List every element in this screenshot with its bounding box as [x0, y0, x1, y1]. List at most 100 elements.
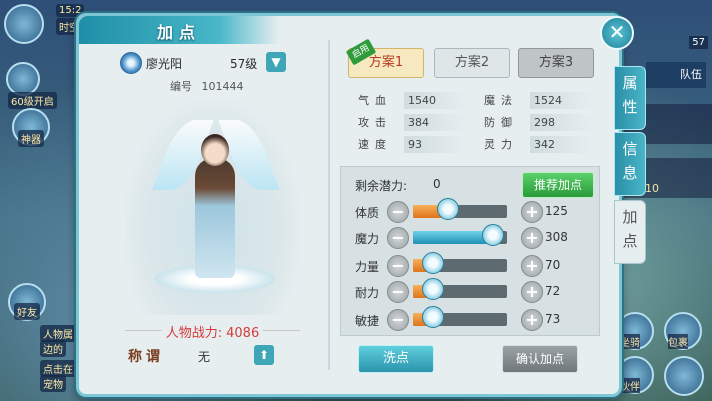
back-arrow-button[interactable]	[6, 62, 40, 96]
slider-knob[interactable]	[436, 198, 459, 220]
stat-value: 384	[404, 114, 468, 131]
stat-value: 1524	[530, 92, 594, 109]
recommend-points-button[interactable]: 推荐加点	[522, 172, 594, 198]
attr-value: 308	[545, 230, 568, 244]
minimap-button[interactable]	[4, 4, 44, 44]
attr-row-endurance: 耐力 − + 72	[341, 278, 599, 303]
side-tab-add-points[interactable]: 加点	[614, 200, 646, 264]
close-button[interactable]: ✕	[600, 16, 634, 50]
slider-fill	[413, 231, 492, 244]
title-row: 称谓 无 ⬆	[116, 344, 304, 368]
stat-mp: 魔法 1524	[484, 92, 594, 109]
team-label: 队伍	[680, 68, 702, 81]
close-icon: ✕	[608, 20, 626, 44]
attr-name: 体质	[355, 206, 380, 220]
constitution-slider[interactable]	[413, 205, 507, 218]
stat-value: 342	[530, 136, 594, 153]
arrow-up-icon: ⬆	[258, 348, 270, 362]
panel-divider	[328, 40, 330, 370]
side-tab-label: 加点	[622, 208, 638, 250]
stat-hp: 气血 1540	[358, 92, 468, 109]
decrease-strength-button[interactable]: −	[387, 255, 409, 277]
stat-label: 魔法	[484, 94, 518, 107]
stat-label: 速度	[358, 138, 392, 151]
attr-name: 魔力	[355, 232, 380, 246]
side-tab-attributes[interactable]: 属性	[614, 66, 646, 130]
combat-power-value: 4086	[226, 326, 264, 341]
character-portrait	[125, 100, 300, 315]
artifact-label: 神器	[18, 130, 44, 147]
character-name-row: 廖光阳 57级 ▼	[118, 52, 288, 74]
side-tab-label: 属性	[622, 74, 638, 116]
attr-value: 125	[545, 204, 568, 218]
attr-row-agility: 敏捷 − + 73	[341, 306, 599, 331]
stat-speed: 速度 93	[358, 136, 468, 153]
stat-value: 1540	[404, 92, 468, 109]
attr-value: 72	[545, 284, 561, 298]
potential-box: 剩余潜力: 0 推荐加点 体质 − + 125 魔力 − + 308 力量 − …	[340, 166, 600, 336]
team-button[interactable]: 队伍	[646, 62, 706, 88]
character-figure-body	[195, 158, 235, 278]
side-tab-label: 信息	[622, 140, 638, 182]
increase-endurance-button[interactable]: +	[521, 281, 543, 303]
attr-name: 力量	[355, 260, 380, 274]
slider-knob[interactable]	[481, 224, 504, 246]
title-value: 无	[198, 350, 211, 364]
bag-label: 包裹	[668, 334, 688, 349]
combat-power-row: 人物战力: 4086	[120, 322, 305, 341]
stat-attack: 攻击 384	[358, 114, 468, 131]
title-label: 称谓	[128, 349, 164, 365]
decrease-magic-button[interactable]: −	[387, 227, 409, 249]
slider-knob[interactable]	[421, 306, 444, 328]
partner-label: 伙伴	[620, 378, 640, 393]
id-value: 101444	[201, 80, 244, 93]
character-dropdown-button[interactable]: ▼	[266, 52, 286, 72]
increase-strength-button[interactable]: +	[521, 255, 543, 277]
attr-name: 敏捷	[355, 314, 380, 328]
panel-title: 加点	[157, 23, 202, 42]
chevron-down-icon: ▼	[271, 55, 281, 69]
stat-value: 93	[404, 136, 468, 153]
character-id-row: 编号 101444	[170, 78, 244, 94]
confirm-points-button[interactable]: 确认加点	[502, 345, 578, 373]
attr-row-magic: 魔力 − + 308	[341, 224, 599, 249]
character-figure-head	[201, 134, 229, 166]
attr-name: 耐力	[355, 286, 380, 300]
stat-spirit: 灵力 342	[484, 136, 594, 153]
decrease-constitution-button[interactable]: −	[387, 201, 409, 223]
decrease-agility-button[interactable]: −	[387, 309, 409, 331]
friends-label: 好友	[14, 303, 40, 320]
tab-plan-3[interactable]: 方案3	[518, 48, 594, 78]
change-title-button[interactable]: ⬆	[254, 345, 274, 365]
character-level: 57级	[230, 57, 258, 71]
slider-knob[interactable]	[421, 252, 444, 274]
decrease-endurance-button[interactable]: −	[387, 281, 409, 303]
reset-points-button[interactable]: 洗点	[358, 345, 434, 373]
combat-power-label: 人物战力:	[161, 326, 227, 341]
increase-magic-button[interactable]: +	[521, 227, 543, 249]
slider-knob[interactable]	[421, 278, 444, 300]
stat-label: 攻击	[358, 116, 392, 129]
increase-constitution-button[interactable]: +	[521, 201, 543, 223]
attr-value: 70	[545, 258, 561, 272]
remaining-potential-label: 剩余潜力:	[355, 179, 408, 193]
increase-agility-button[interactable]: +	[521, 309, 543, 331]
attr-row-constitution: 体质 − + 125	[341, 198, 599, 223]
side-tab-info[interactable]: 信息	[614, 132, 646, 196]
stat-label: 灵力	[484, 138, 518, 151]
stats-grid: 气血 1540 魔法 1524 攻击 384 防御 298 速度 93 灵力 342	[344, 86, 596, 156]
id-label: 编号	[170, 80, 192, 93]
level-open-label: 60级开启	[8, 92, 57, 109]
stat-value: 298	[530, 114, 594, 131]
refresh-button[interactable]	[664, 356, 704, 396]
remaining-potential-value: 0	[433, 177, 441, 191]
mount-label: 坐骑	[620, 334, 640, 349]
character-name: 廖光阳	[146, 57, 183, 71]
player-level-badge: 57	[689, 36, 708, 49]
attr-value: 73	[545, 312, 561, 326]
stat-defense: 防御 298	[484, 114, 594, 131]
stat-label: 防御	[484, 116, 518, 129]
attr-row-strength: 力量 − + 70	[341, 252, 599, 277]
tab-plan-2[interactable]: 方案2	[434, 48, 510, 78]
chat-line-4: 宠物	[40, 375, 66, 392]
